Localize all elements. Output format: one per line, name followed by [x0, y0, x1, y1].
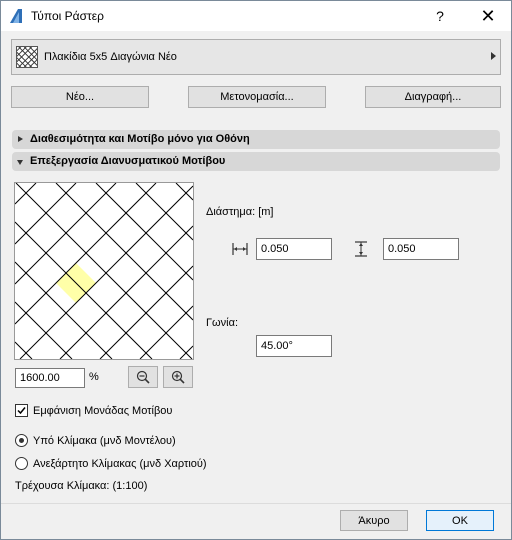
ok-button[interactable]: OK: [426, 510, 494, 531]
zoom-input[interactable]: 1600.00: [15, 368, 85, 388]
section-label: Διαθεσιμότητα και Μοτίβο μόνο για Οθόνη: [30, 133, 250, 145]
show-unit-label: Εμφάνιση Μονάδας Μοτίβου: [33, 405, 173, 417]
vertical-spacing-icon: [355, 241, 367, 257]
collapse-arrow-icon: [17, 160, 23, 165]
zoom-unit: %: [89, 371, 99, 383]
current-scale-label: Τρέχουσα Κλίμακα: (1:100): [15, 480, 148, 492]
chevron-right-icon: [491, 52, 496, 60]
scale-paper-radio[interactable]: [15, 457, 28, 470]
app-icon: [10, 9, 22, 23]
horizontal-spacing-input[interactable]: 0.050: [256, 238, 332, 260]
vertical-spacing-input[interactable]: 0.050: [383, 238, 459, 260]
new-button[interactable]: Νέο...: [11, 86, 149, 108]
radio-selected-dot: [19, 438, 24, 443]
window-title: Τύποι Ράστερ: [31, 9, 104, 23]
checkmark-icon: [17, 407, 26, 415]
rename-button[interactable]: Μετονομασία...: [188, 86, 326, 108]
horizontal-spacing-icon: [232, 243, 248, 255]
section-screen-only[interactable]: Διαθεσιμότητα και Μοτίβο μόνο για Οθόνη: [12, 130, 500, 149]
pattern-selector[interactable]: Πλακίδια 5x5 Διαγώνια Νέο: [11, 39, 501, 75]
angle-input[interactable]: 45.00°: [256, 335, 332, 357]
zoom-in-icon: [171, 370, 185, 384]
help-button[interactable]: ?: [417, 1, 463, 31]
expand-arrow-icon: [18, 136, 23, 142]
section-label: Επεξεργασία Διανυσματικού Μοτίβου: [30, 155, 226, 167]
crosshatch-swatch-icon: [16, 46, 38, 68]
pattern-preview[interactable]: [14, 182, 194, 360]
delete-button[interactable]: Διαγραφή...: [365, 86, 501, 108]
title-bar: Τύποι Ράστερ ? ✕: [1, 1, 511, 31]
cancel-button[interactable]: Άκυρο: [340, 510, 408, 531]
pattern-name: Πλακίδια 5x5 Διαγώνια Νέο: [44, 51, 177, 63]
footer-divider: [1, 503, 511, 504]
scale-model-label: Υπό Κλίμακα (μνδ Μοντέλου): [33, 435, 176, 447]
section-vector-edit[interactable]: Επεξεργασία Διανυσματικού Μοτίβου: [12, 152, 500, 171]
zoom-in-button[interactable]: [163, 366, 193, 388]
spacing-label: Διάστημα: [m]: [206, 206, 274, 218]
angle-label: Γωνία:: [206, 317, 239, 329]
show-unit-checkbox[interactable]: [15, 404, 28, 417]
scale-model-radio[interactable]: [15, 434, 28, 447]
zoom-out-icon: [136, 370, 150, 384]
close-button[interactable]: ✕: [465, 1, 511, 31]
scale-paper-label: Ανεξάρτητο Κλίμακας (μνδ Χαρτιού): [33, 458, 207, 470]
zoom-out-button[interactable]: [128, 366, 158, 388]
raster-types-dialog: Τύποι Ράστερ ? ✕ Πλακίδια 5x5 Διαγώνια Ν…: [0, 0, 512, 540]
